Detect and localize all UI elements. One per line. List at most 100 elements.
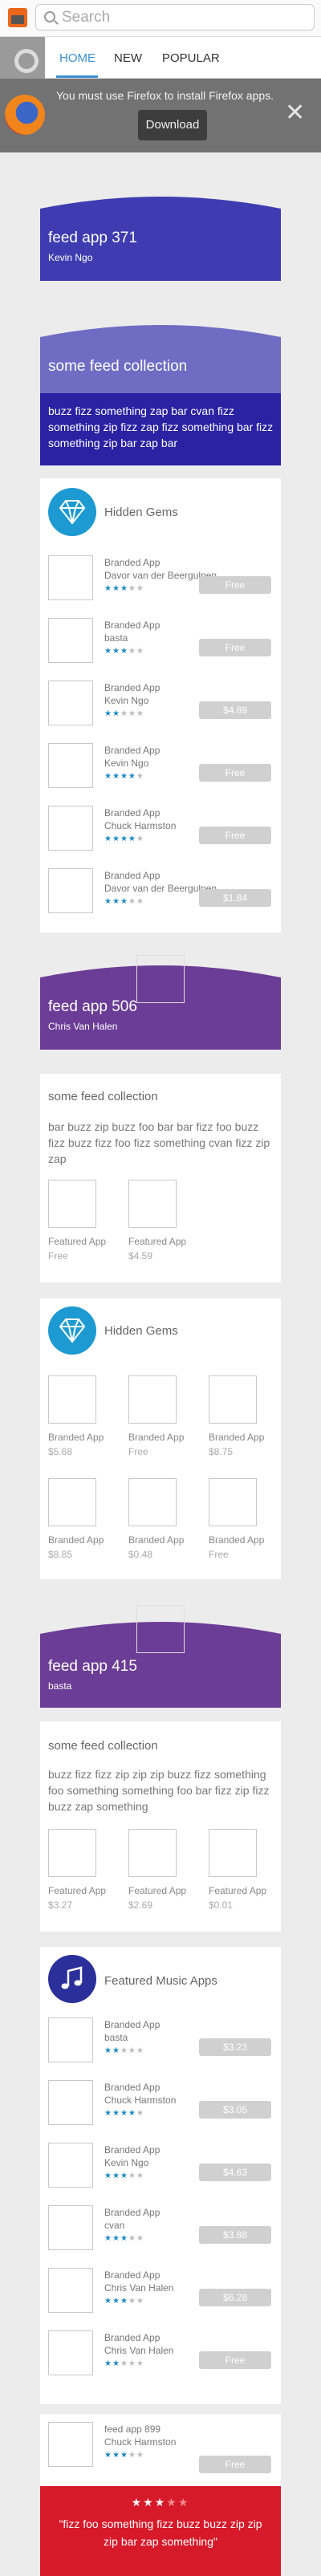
featured-app-price: Free bbox=[128, 1446, 148, 1457]
featured-app-icon[interactable] bbox=[128, 1375, 177, 1424]
app-author: Kevin Ngo bbox=[104, 758, 149, 769]
app-author: Chris Van Halen bbox=[104, 2345, 174, 2356]
featured-app-icon[interactable] bbox=[128, 1180, 177, 1228]
app-price-button[interactable]: $3.23 bbox=[199, 2038, 271, 2056]
hidden-gems-grid-card: Hidden Gems Branded App $5.68 Branded App F… bbox=[40, 1298, 281, 1579]
feed-app-506-author: Chris Van Halen bbox=[48, 1021, 118, 1032]
featured-app-icon[interactable] bbox=[48, 1180, 96, 1228]
featured-app-price: $2.69 bbox=[128, 1899, 153, 1911]
review-quote: "fizz foo something fizz buzz buzz zip z… bbox=[59, 2517, 262, 2548]
featured-app-icon[interactable] bbox=[128, 1478, 177, 1526]
tab-popular[interactable]: POPULAR bbox=[162, 51, 220, 65]
feed-app-371-author: Kevin Ngo bbox=[48, 252, 93, 263]
feed-app-415-icon[interactable] bbox=[136, 1605, 185, 1653]
review-price-button[interactable]: Free bbox=[199, 2456, 271, 2473]
featured-app-icon[interactable] bbox=[48, 1375, 96, 1424]
search-icon[interactable] bbox=[44, 11, 55, 22]
feed-app-371-tile[interactable]: feed app 371 Kevin Ngo bbox=[40, 191, 281, 281]
app-price-button[interactable]: Free bbox=[199, 576, 271, 594]
app-rating-stars: ★★★★★ bbox=[104, 897, 144, 906]
featured-app-name: Featured App bbox=[48, 1885, 107, 1896]
marketplace-logo-icon[interactable] bbox=[8, 8, 27, 27]
app-price-button[interactable]: Free bbox=[199, 639, 271, 656]
app-icon[interactable] bbox=[48, 555, 93, 600]
app-icon[interactable] bbox=[48, 2268, 93, 2313]
app-name: Branded App bbox=[104, 2207, 160, 2218]
search-box[interactable] bbox=[35, 4, 315, 30]
app-price-button[interactable]: Free bbox=[199, 2351, 271, 2369]
app-author: Chuck Harmston bbox=[104, 2095, 177, 2106]
app-name: Branded App bbox=[104, 620, 160, 631]
review-app-icon[interactable] bbox=[48, 2422, 93, 2467]
app-name: Branded App bbox=[104, 807, 160, 819]
app-icon[interactable] bbox=[48, 681, 93, 725]
app-price-button[interactable]: Free bbox=[199, 827, 271, 844]
app-icon[interactable] bbox=[48, 2205, 93, 2250]
header bbox=[0, 0, 321, 37]
app-name: Branded App bbox=[104, 2269, 160, 2281]
featured-app-icon[interactable] bbox=[48, 1478, 96, 1526]
featured-app-icon[interactable] bbox=[209, 1478, 257, 1526]
featured-app-name: Featured App bbox=[128, 1885, 187, 1896]
app-author: basta bbox=[104, 2032, 128, 2043]
featured-app-price: Free bbox=[48, 1250, 68, 1262]
tab-home[interactable]: HOME bbox=[59, 51, 95, 65]
featured-app-price: $0.01 bbox=[209, 1899, 234, 1911]
app-name: Branded App bbox=[104, 745, 160, 756]
settings-gear-icon[interactable] bbox=[0, 37, 45, 79]
feed-app-415-title: feed app 415 bbox=[48, 1658, 137, 1675]
app-rating-stars: ★★★★★ bbox=[104, 709, 144, 718]
app-author: cvan bbox=[104, 2220, 125, 2231]
collection-1-body: buzz fizz something zap bar cvan fizz so… bbox=[48, 404, 274, 449]
app-rating-stars: ★★★★★ bbox=[104, 2234, 144, 2243]
search-input[interactable] bbox=[62, 6, 303, 28]
collection-2-card: some feed collection bar buzz zip buzz f… bbox=[40, 1074, 281, 1282]
featured-app-icon[interactable] bbox=[209, 1829, 257, 1877]
app-icon[interactable] bbox=[48, 618, 93, 663]
app-icon[interactable] bbox=[48, 743, 93, 788]
feed-app-415-author: basta bbox=[48, 1680, 72, 1692]
featured-app-name: Branded App bbox=[48, 1432, 104, 1443]
app-icon[interactable] bbox=[48, 868, 93, 913]
review-card[interactable]: feed app 899 Chuck Harmston ★★★★★ Free ★… bbox=[40, 2414, 281, 2576]
collection-1-title: some feed collection bbox=[48, 358, 188, 375]
app-rating-stars: ★★★★★ bbox=[104, 584, 144, 593]
app-author: Kevin Ngo bbox=[104, 2157, 149, 2168]
app-rating-stars: ★★★★★ bbox=[104, 2109, 144, 2118]
app-price-button[interactable]: Free bbox=[199, 764, 271, 782]
featured-app-icon[interactable] bbox=[48, 1829, 96, 1877]
app-price-button[interactable]: $3.88 bbox=[199, 2226, 271, 2244]
app-price-button[interactable]: $3.05 bbox=[199, 2101, 271, 2119]
app-icon[interactable] bbox=[48, 2143, 93, 2188]
app-price-button[interactable]: $4.63 bbox=[199, 2164, 271, 2181]
app-price-button[interactable]: $4.89 bbox=[199, 701, 271, 719]
close-icon[interactable]: ✕ bbox=[285, 101, 305, 125]
download-button[interactable]: Download bbox=[138, 110, 207, 140]
app-icon[interactable] bbox=[48, 2080, 93, 2125]
app-price-button[interactable]: $6.28 bbox=[199, 2289, 271, 2306]
collection-2-body: bar buzz zip buzz foo bar bar fizz foo b… bbox=[48, 1120, 270, 1165]
collection-1-tile[interactable]: some feed collection buzz fizz something… bbox=[40, 319, 281, 465]
feed-app-506-icon[interactable] bbox=[136, 955, 185, 1003]
app-rating-stars: ★★★★★ bbox=[104, 647, 144, 656]
featured-app-name: Featured App bbox=[128, 1236, 187, 1247]
featured-app-name: Featured App bbox=[209, 1885, 267, 1896]
app-name: Branded App bbox=[104, 2019, 160, 2030]
diamond-icon bbox=[48, 488, 96, 536]
app-name: Branded App bbox=[104, 557, 160, 568]
app-icon[interactable] bbox=[48, 2330, 93, 2375]
featured-app-price: $0.48 bbox=[128, 1549, 153, 1560]
featured-app-price: $8.75 bbox=[209, 1446, 234, 1457]
app-icon[interactable] bbox=[48, 806, 93, 851]
tab-new[interactable]: NEW bbox=[114, 51, 142, 65]
app-name: Branded App bbox=[104, 2332, 160, 2343]
hidden-gems-list-card: Hidden Gems Branded App Davor van der Bee… bbox=[40, 478, 281, 932]
featured-app-icon[interactable] bbox=[128, 1829, 177, 1877]
featured-app-price: $3.27 bbox=[48, 1899, 73, 1911]
featured-app-icon[interactable] bbox=[209, 1375, 257, 1424]
featured-app-name: Branded App bbox=[48, 1534, 104, 1546]
app-icon[interactable] bbox=[48, 2017, 93, 2062]
app-price-button[interactable]: $1.84 bbox=[199, 889, 271, 907]
featured-app-price: Free bbox=[209, 1549, 229, 1560]
app-name: Branded App bbox=[104, 2144, 160, 2155]
